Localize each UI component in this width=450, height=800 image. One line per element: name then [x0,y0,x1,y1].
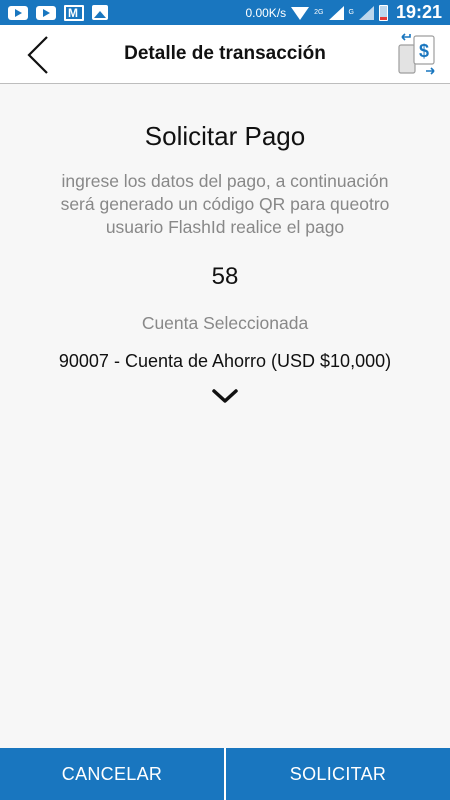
network-type-g: G [348,9,354,16]
chevron-left-icon [27,36,48,74]
clock: 19:21 [395,2,442,22]
svg-text:$: $ [419,41,429,61]
status-bar: 0.00K/s 2G G 19:21 [0,0,450,25]
notification-icons [8,4,108,21]
battery-icon [378,4,388,21]
wifi-icon [291,7,310,20]
system-indicators: 0.00K/s 2G G 19:21 [245,2,442,23]
amount-field[interactable]: 58 [0,263,450,291]
page-title: Detalle de transacción [124,43,326,64]
back-button[interactable] [18,35,58,75]
signal-icon-secondary [358,5,374,20]
gmail-icon [64,4,84,21]
mobile-dollar-icon: $ [398,33,436,75]
image-icon [92,5,108,20]
network-speed: 0.00K/s [245,5,287,20]
account-selector[interactable]: 90007 - Cuenta de Ahorro (USD $10,000) [0,351,450,372]
form-heading: Solicitar Pago [144,121,306,151]
action-bar: CANCELAR SOLICITAR [0,748,450,800]
chevron-down-icon[interactable] [210,386,240,406]
transaction-form: Solicitar Pago ingrese los datos del pag… [0,84,450,748]
account-label: Cuenta Seleccionada [141,313,309,333]
network-type-2g: 2G [314,9,324,16]
youtube-icon [8,5,28,20]
submit-button[interactable]: SOLICITAR [226,748,450,800]
app-bar: Detalle de transacción $ [0,25,450,84]
cancel-button[interactable]: CANCELAR [0,748,224,800]
instructions-text: ingrese los datos del pago, a continuaci… [60,171,390,237]
youtube-icon [36,5,56,20]
signal-icon [328,5,344,20]
